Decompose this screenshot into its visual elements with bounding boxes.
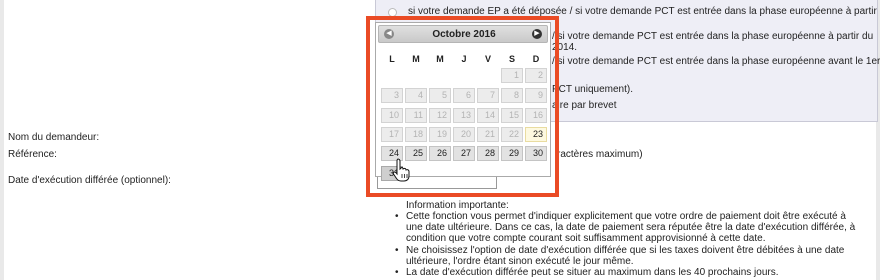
option-label: PCT uniquement). <box>552 84 633 95</box>
left-rail <box>0 0 4 280</box>
option-label: aire par brevet <box>552 100 617 111</box>
reference-label: Référence: <box>8 149 57 160</box>
info-item: Ne choisissez l'option de date d'exécuti… <box>392 245 862 267</box>
info-item: La date d'exécution différée peut se sit… <box>392 267 862 278</box>
info-item: Cette fonction vous permet d'indiquer ex… <box>392 211 862 245</box>
info-list: Cette fonction vous permet d'indiquer ex… <box>392 211 862 278</box>
reference-hint: ractères maximum) <box>557 149 643 160</box>
info-title: Information importante: <box>406 200 509 211</box>
deferred-date-label: Date d'exécution différée (optionnel): <box>8 175 171 186</box>
applicant-name-label: Nom du demandeur: <box>8 132 100 143</box>
hand-cursor-icon <box>392 158 410 182</box>
option-label: / si votre demande PCT est entrée dans l… <box>552 31 874 42</box>
option-label: / si votre demande PCT est entrée dans l… <box>552 56 880 67</box>
